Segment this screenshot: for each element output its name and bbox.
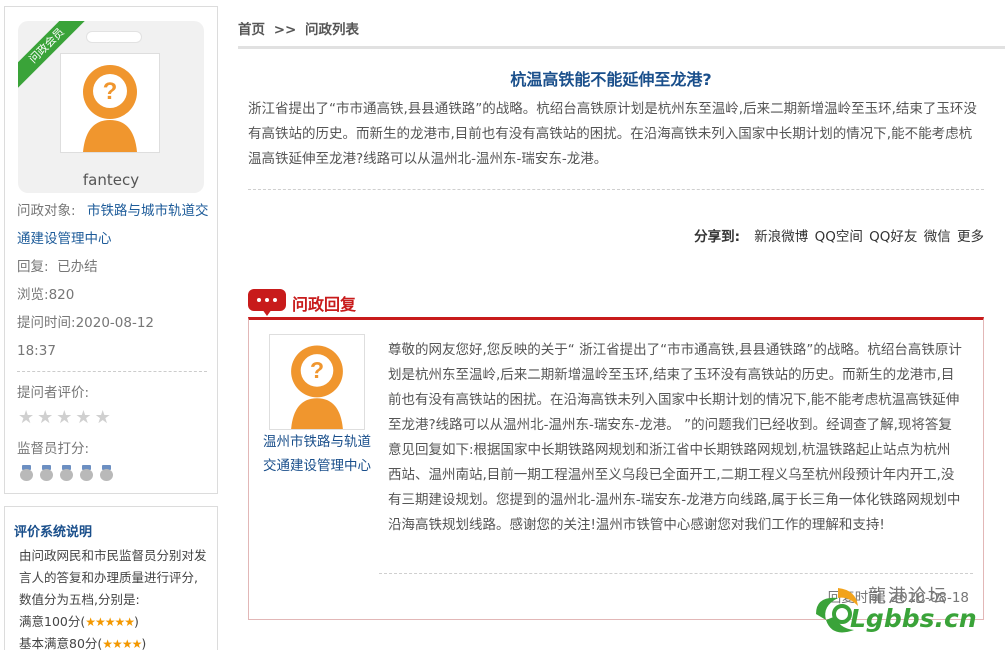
username[interactable]: fantecy xyxy=(18,171,204,189)
user-avatar[interactable]: ? xyxy=(60,53,160,153)
breadcrumb: 首页 >> 问政列表 xyxy=(238,18,363,38)
breadcrumb-home[interactable]: 首页 xyxy=(238,22,265,38)
share-qzone-link[interactable]: QQ空间 xyxy=(815,229,863,245)
card-slot xyxy=(86,31,142,43)
breadcrumb-separator: >> xyxy=(273,22,297,38)
question-body: 浙江省提出了“市市通高铁,县县通铁路”的战略。杭绍台高铁原计划是杭州东至温岭,后… xyxy=(248,101,977,167)
reply-status-value: 已办结 xyxy=(57,259,98,275)
unknown-user-icon: ? xyxy=(291,345,343,429)
breadcrumb-underline xyxy=(238,46,1005,49)
share-label: 分享到: xyxy=(694,229,740,245)
reply-heading-text: 问政回复 xyxy=(292,295,357,314)
site-watermark: 龍港论坛 Lgbbs.cn xyxy=(808,582,998,644)
supervisor-rating-medals[interactable] xyxy=(19,465,114,481)
share-wechat-link[interactable]: 微信 xyxy=(924,229,951,245)
asker-rating-stars[interactable]: ★ ★ ★ ★ ★ xyxy=(18,409,111,427)
breadcrumb-current[interactable]: 问政列表 xyxy=(305,22,359,38)
star-icon[interactable]: ★ xyxy=(56,409,72,427)
svg-text:?: ? xyxy=(310,357,324,383)
rules-line: 由问政网民和市民监督员分别对发 xyxy=(19,548,207,563)
user-card: 问政会员 ? fantecy xyxy=(18,21,204,193)
reply-body: 尊敬的网友您好,您反映的关于“ 浙江省提出了“市市通高铁,县县通铁路”的战略。杭… xyxy=(388,342,962,533)
rating-stars-icon: ★★★★ xyxy=(102,637,142,650)
unknown-user-icon: ? xyxy=(83,65,137,152)
divider xyxy=(379,573,973,574)
star-icon[interactable]: ★ xyxy=(95,409,111,427)
ask-time-row: 提问时间:2020-08-12 18:37 xyxy=(17,315,155,359)
rating-stars-icon: ★★★★★ xyxy=(85,615,135,629)
svg-text:?: ? xyxy=(103,78,118,105)
medal-icon[interactable] xyxy=(19,465,34,481)
department-name-link[interactable]: 温州市铁路与轨道交通建设管理中心 xyxy=(263,430,371,478)
watermark-text: Lgbbs.cn xyxy=(850,604,977,633)
star-icon[interactable]: ★ xyxy=(75,409,91,427)
rules-title: 评价系统说明 xyxy=(14,525,93,540)
reply-panel: ? 温州市铁路与轨道交通建设管理中心 尊敬的网友您好,您反映的关于“ 浙江省提出… xyxy=(248,317,984,620)
share-bar: 分享到: 新浪微博 QQ空间 QQ好友 微信 更多 xyxy=(600,225,984,245)
reply-status-row: 回复: 已办结 xyxy=(17,259,98,275)
share-qq-friend-link[interactable]: QQ好友 xyxy=(869,229,917,245)
divider xyxy=(248,189,984,190)
divider xyxy=(17,371,207,372)
department-avatar[interactable]: ? xyxy=(269,334,365,430)
target-department-link[interactable]: 市铁路与城市轨道交通建设管理中心 xyxy=(17,197,213,253)
medal-icon[interactable] xyxy=(99,465,114,481)
rules-line: 满意100分(★★★★★) xyxy=(19,614,139,629)
views-value: 820 xyxy=(48,287,75,303)
supervisor-rating-label: 监督员打分: xyxy=(17,441,90,457)
views-row: 浏览:820 xyxy=(17,287,75,303)
medal-icon[interactable] xyxy=(79,465,94,481)
star-icon[interactable]: ★ xyxy=(37,409,53,427)
chat-bubble-icon xyxy=(248,289,286,317)
star-icon[interactable]: ★ xyxy=(18,409,34,427)
rules-line: 基本满意80分(★★★★) xyxy=(19,636,147,650)
rules-line: 数值分为五档,分别是: xyxy=(19,592,140,607)
question-title: 杭温高铁能不能延伸至龙港? xyxy=(510,70,712,89)
medal-icon[interactable] xyxy=(59,465,74,481)
rating-rules-panel: 评价系统说明 由问政网民和市民监督员分别对发 言人的答复和办理质量进行评分, 数… xyxy=(4,506,218,650)
rules-text: 由问政网民和市民监督员分别对发 言人的答复和办理质量进行评分, 数值分为五档,分… xyxy=(19,545,211,650)
reply-heading: 问政回复 xyxy=(248,288,356,318)
medal-icon[interactable] xyxy=(39,465,54,481)
asker-profile-panel: 问政会员 ? fantecy 问政对象: 市铁路与城市轨道交通建设管理中心 回复… xyxy=(4,6,218,494)
asker-rating-label: 提问者评价: xyxy=(17,385,90,401)
share-more-link[interactable]: 更多 xyxy=(957,229,984,245)
share-weibo-link[interactable]: 新浪微博 xyxy=(754,229,808,245)
rules-line: 言人的答复和办理质量进行评分, xyxy=(19,570,198,585)
